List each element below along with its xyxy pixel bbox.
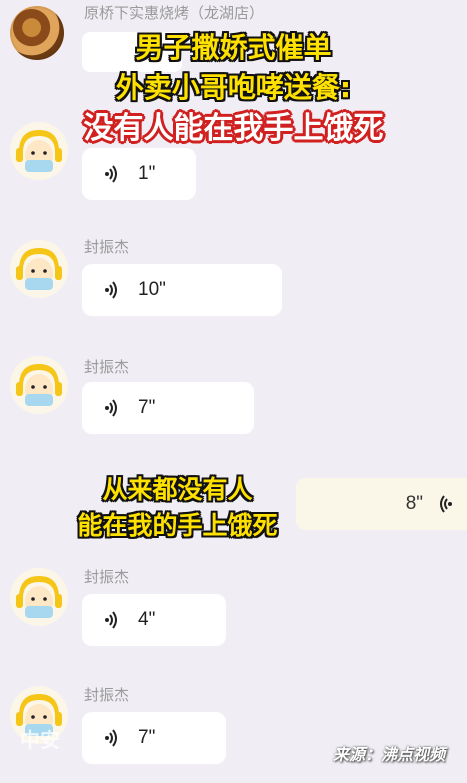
voice-message[interactable]: 1" [82, 148, 196, 200]
voice-message[interactable]: 7" [82, 382, 254, 434]
sender-name: 封振杰 [84, 239, 130, 256]
subtitle-caption: 从来都没有人 [102, 475, 253, 504]
courier-avatar-icon [10, 568, 68, 626]
courier-avatar[interactable] [10, 356, 68, 414]
sender-name: 封振杰 [84, 569, 130, 586]
headline-caption: 外卖小哥咆哮送餐: [115, 71, 352, 104]
voice-message[interactable]: 10" [82, 264, 282, 316]
courier-avatar[interactable] [10, 240, 68, 298]
voice-wave-icon [105, 281, 117, 299]
sender-name: 封振杰 [84, 687, 130, 704]
voice-duration: 7" [138, 727, 156, 748]
courier-avatar-icon [10, 356, 68, 414]
headline-caption: 男子撒娇式催单 [135, 31, 332, 64]
sender-name: 封振杰 [84, 359, 130, 376]
voice-duration: 7" [138, 397, 156, 418]
courier-avatar-icon [10, 240, 68, 298]
voice-message[interactable]: 4" [82, 594, 226, 646]
voice-wave-icon [105, 165, 117, 183]
headline-caption-highlight: 没有人能在我手上饿死 [83, 111, 384, 146]
voice-duration: 10" [138, 279, 166, 300]
logo-watermark: 中安 [20, 728, 60, 752]
voice-wave-icon [105, 611, 117, 629]
voice-duration: 1" [138, 163, 156, 184]
shop-name: 原桥下实惠烧烤（龙湖店） [84, 5, 265, 22]
voice-duration: 4" [138, 609, 156, 630]
voice-message[interactable]: 7" [82, 712, 226, 764]
voice-wave-icon [105, 729, 117, 747]
subtitle-caption: 能在我的手上饿死 [77, 511, 278, 540]
chat-screen: 原桥下实惠烧烤（龙湖店） 1" 封振杰 10" 封振杰 7" 8" 封振杰 4"… [0, 0, 467, 783]
courier-avatar[interactable] [10, 568, 68, 626]
source-watermark: 来源：沸点视频 [332, 745, 445, 764]
voice-wave-icon [440, 495, 452, 513]
voice-wave-icon [105, 399, 117, 417]
